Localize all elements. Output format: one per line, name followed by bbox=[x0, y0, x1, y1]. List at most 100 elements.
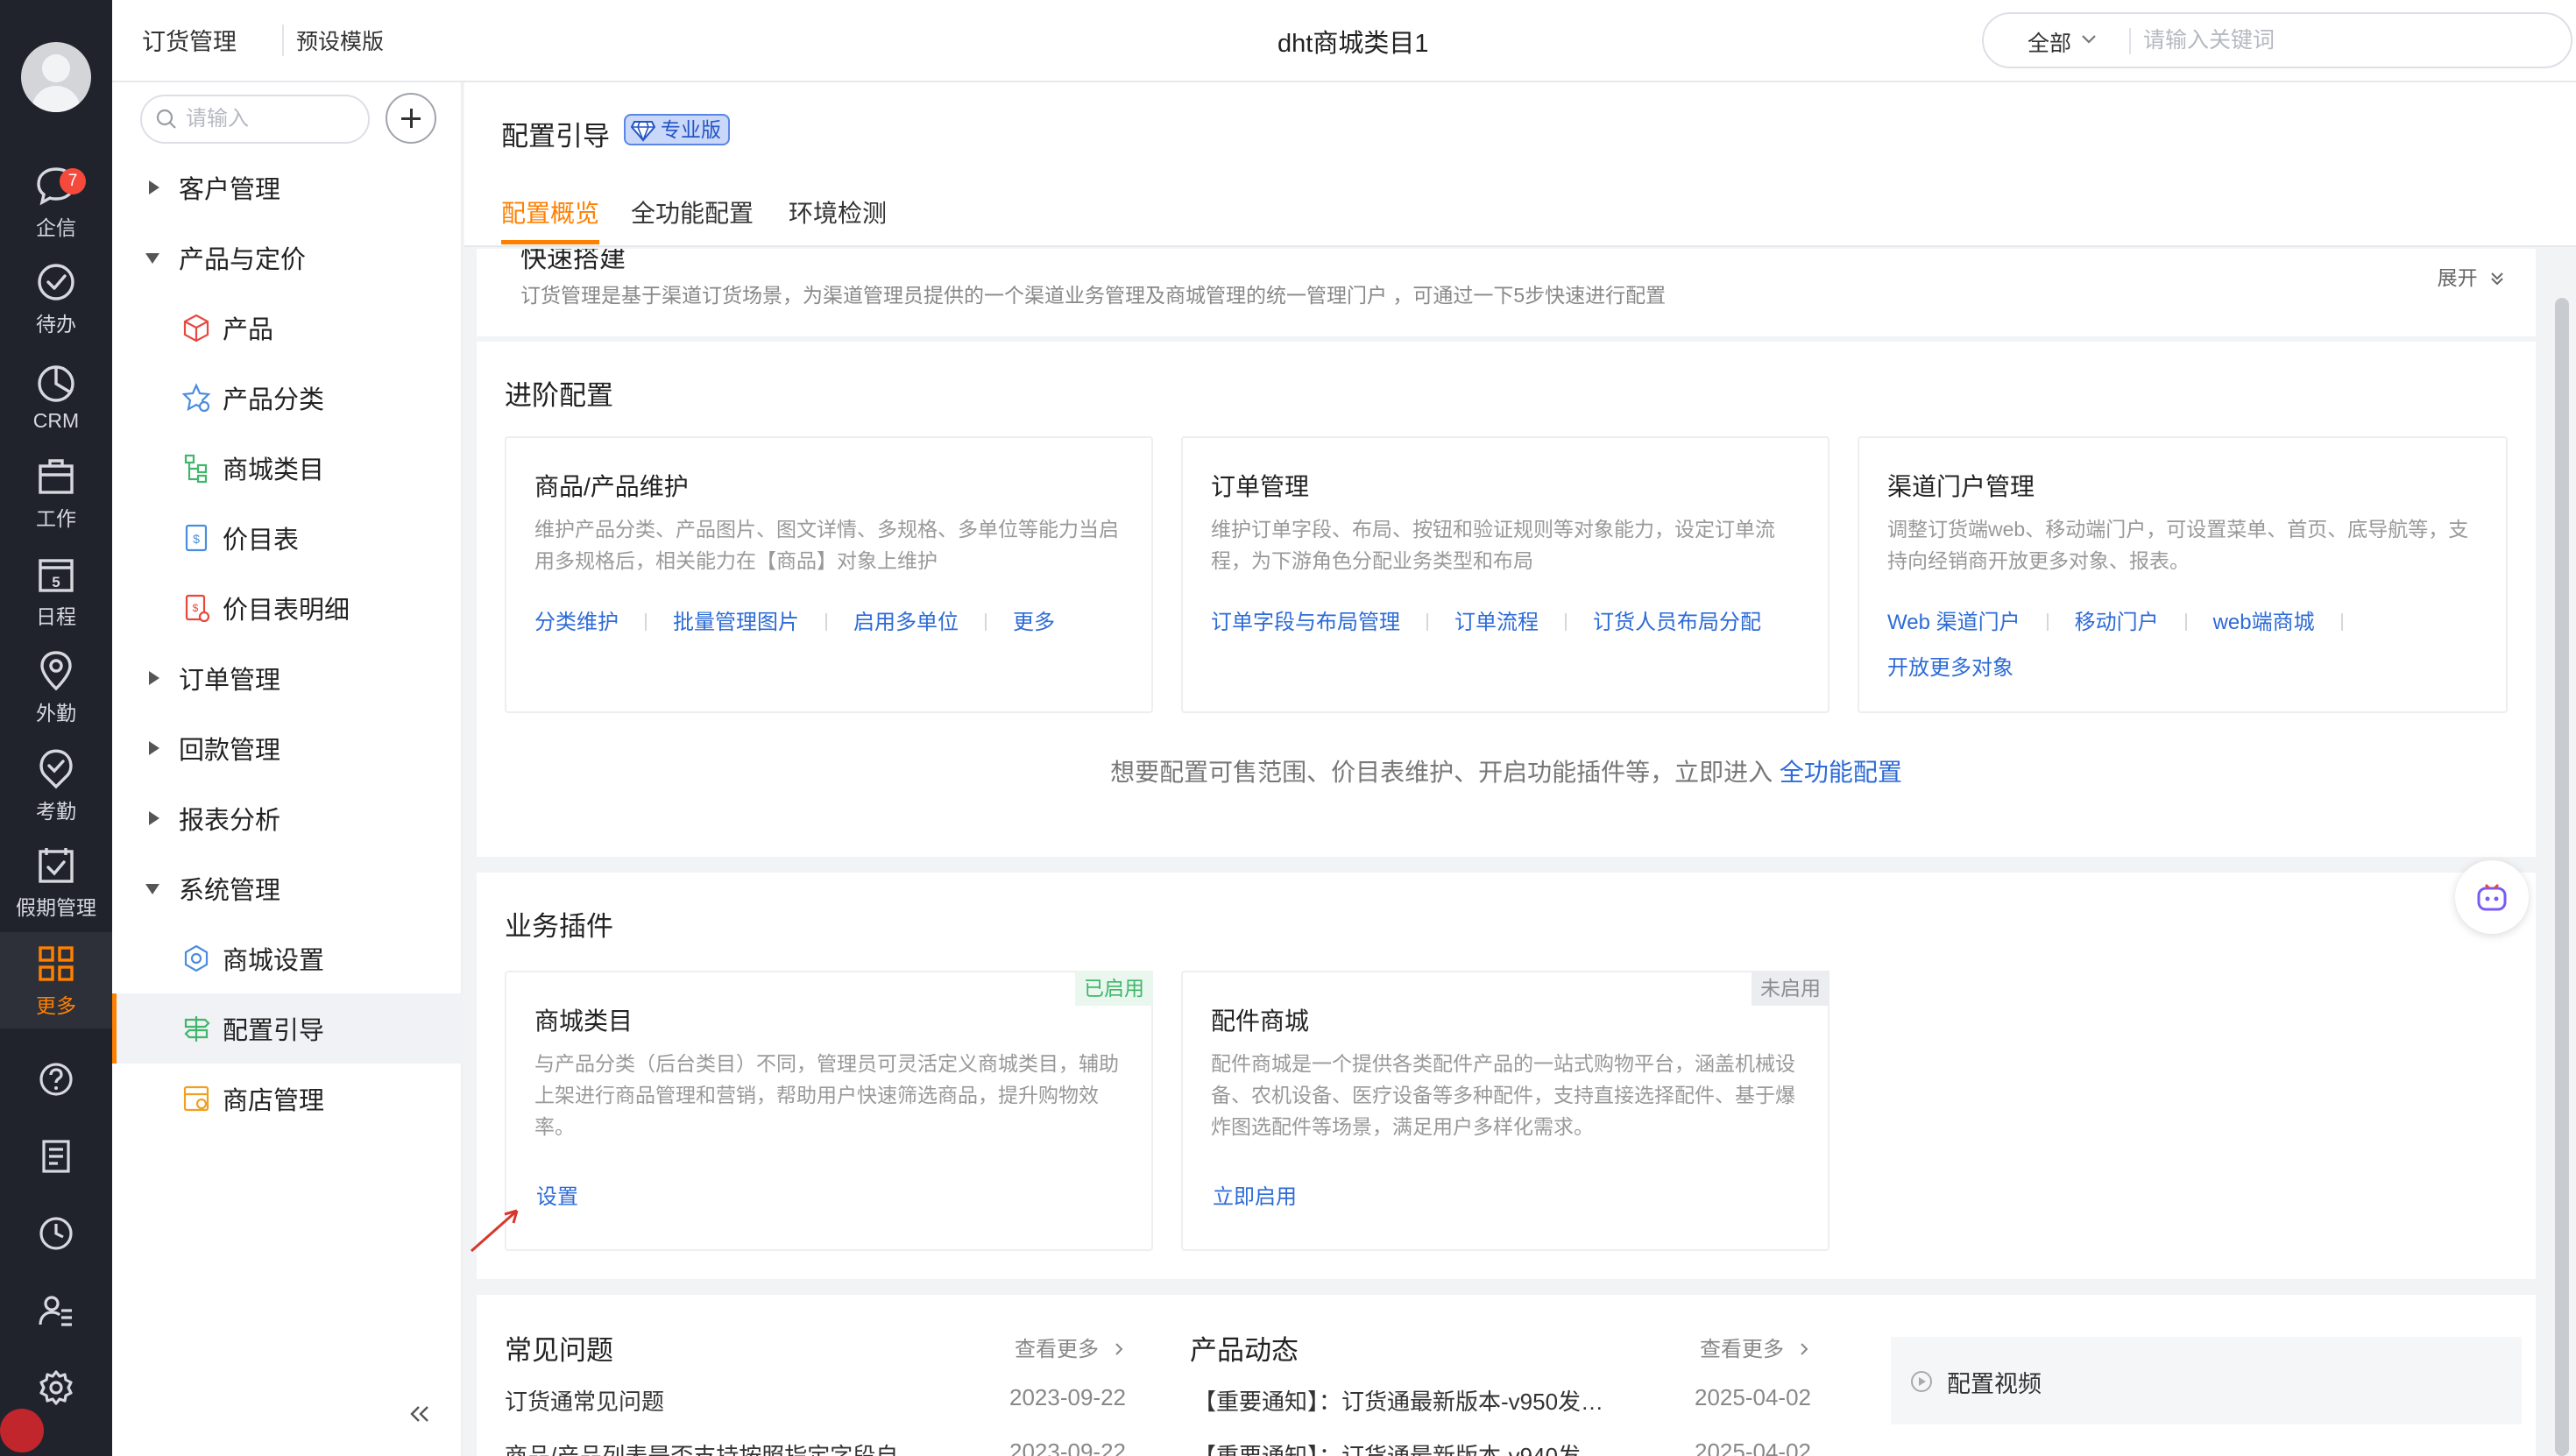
sidebar-search-input[interactable] bbox=[186, 103, 361, 135]
sidebar-item-store-management[interactable]: 商店管理 bbox=[112, 1064, 463, 1134]
module-sidebar: 客户管理 产品与定价 产品 产品分类 商城类目 $ 价目表 $ 价目表明细 订单… bbox=[112, 82, 463, 1456]
faq-date: 2023-09-22 bbox=[1009, 1438, 1126, 1456]
top-tab-divider bbox=[282, 25, 284, 56]
link-category-maintenance[interactable]: 分类维护 bbox=[534, 611, 619, 634]
store-title: dht商城类目1 bbox=[1277, 30, 1429, 58]
double-chevron-down-icon bbox=[2491, 272, 2503, 286]
expand-label: 展开 bbox=[2437, 266, 2478, 289]
sidebar-item-label: 客户管理 bbox=[179, 176, 281, 204]
sidebar-item-config-guide[interactable]: 配置引导 bbox=[112, 993, 463, 1064]
sidebar-item-products-pricing[interactable]: 产品与定价 bbox=[112, 223, 463, 293]
play-icon bbox=[1911, 1371, 1932, 1392]
link-batch-images[interactable]: 批量管理图片 bbox=[673, 611, 799, 634]
news-more-link[interactable]: 查看更多 bbox=[1700, 1332, 1811, 1362]
faq-item[interactable]: 订货通常见问题 bbox=[505, 1384, 943, 1417]
link-web-mall[interactable]: web端商城 bbox=[2213, 611, 2315, 634]
history-button[interactable] bbox=[0, 1198, 112, 1269]
plugin-card-title: 配件商城 bbox=[1211, 1007, 1310, 1035]
faq-item[interactable]: 商品/产品列表是否支持按照指定字段自 bbox=[505, 1438, 943, 1456]
tab-overview[interactable]: 配置概览 bbox=[501, 194, 599, 230]
config-card-links-row2: 开放更多对象 bbox=[1887, 650, 2013, 681]
rail-item-qixin[interactable]: 7 企信 bbox=[0, 154, 112, 251]
full-config-link[interactable]: 全功能配置 bbox=[1780, 759, 1902, 786]
expand-button[interactable]: 展开 bbox=[2438, 261, 2506, 291]
cube-icon bbox=[183, 314, 209, 343]
global-search-input[interactable] bbox=[2143, 23, 2546, 58]
plugin-enable-link[interactable]: 立即启用 bbox=[1213, 1179, 1297, 1210]
top-tab-preset-template[interactable]: 预设模版 bbox=[296, 25, 384, 56]
scrollbar-thumb[interactable] bbox=[2555, 298, 2569, 1456]
more-label: 查看更多 bbox=[1015, 1338, 1099, 1361]
sidebar-item-payments[interactable]: 回款管理 bbox=[112, 713, 463, 783]
edition-label: 专业版 bbox=[661, 118, 721, 141]
notes-button[interactable] bbox=[0, 1121, 112, 1191]
rail-item-todo[interactable]: 待办 bbox=[0, 251, 112, 347]
price-detail-icon: $ bbox=[185, 594, 210, 623]
sidebar-item-customers[interactable]: 客户管理 bbox=[112, 152, 463, 223]
link-separator bbox=[2340, 613, 2343, 631]
link-more[interactable]: 更多 bbox=[1013, 611, 1055, 634]
config-card-order: 订单管理 维护订单字段、布局、按钮和验证规则等对象能力，设定订单流程，为下游角色… bbox=[1181, 436, 1829, 713]
link-layout-assignment[interactable]: 订货人员布局分配 bbox=[1593, 611, 1761, 634]
config-card-desc: 维护订单字段、布局、按钮和验证规则等对象能力，设定订单流程，为下游角色分配业务类… bbox=[1211, 518, 1775, 572]
expand-arrow-icon bbox=[149, 180, 159, 194]
link-order-flow[interactable]: 订单流程 bbox=[1454, 611, 1539, 634]
help-section: 常见问题 查看更多 订货通常见问题 2023-09-22 商品/产品列表是否支持… bbox=[477, 1295, 2536, 1456]
settings-hex-icon bbox=[184, 944, 209, 972]
sidebar-item-label: 订单管理 bbox=[179, 667, 281, 695]
config-video-card[interactable]: 配置视频 bbox=[1891, 1337, 2522, 1424]
rail-item-more[interactable]: 更多 bbox=[0, 932, 112, 1028]
expand-arrow-icon bbox=[149, 811, 159, 825]
config-card-product: 商品/产品维护 维护产品分类、产品图片、图文详情、多规格、多单位等能力当启用多规… bbox=[505, 436, 1153, 713]
tab-environment-check[interactable]: 环境检测 bbox=[789, 194, 887, 230]
add-button[interactable] bbox=[386, 93, 436, 144]
sidebar-item-price-list-detail[interactable]: $ 价目表明细 bbox=[112, 573, 463, 643]
user-avatar[interactable] bbox=[21, 42, 91, 112]
section-title: 进阶配置 bbox=[505, 380, 613, 411]
link-order-fields-layout[interactable]: 订单字段与布局管理 bbox=[1211, 611, 1400, 634]
sidebar-item-label: 报表分析 bbox=[179, 807, 281, 835]
signpost-icon bbox=[184, 1016, 210, 1042]
check-circle-icon bbox=[38, 264, 74, 300]
full-config-cta: 想要配置可售范围、价目表维护、开启功能插件等，立即进入 全功能配置 bbox=[477, 753, 2536, 788]
rail-item-leave[interactable]: 假期管理 bbox=[0, 834, 112, 930]
help-button[interactable] bbox=[0, 1044, 112, 1114]
link-open-more-objects[interactable]: 开放更多对象 bbox=[1887, 656, 2013, 680]
rail-item-crm[interactable]: CRM bbox=[0, 349, 112, 445]
rail-item-field[interactable]: 外勤 bbox=[0, 640, 112, 736]
sidebar-item-mall-settings[interactable]: 商城设置 bbox=[112, 923, 463, 993]
contacts-button[interactable] bbox=[0, 1276, 112, 1346]
news-item[interactable]: 【重要通知】：订货通最新版本-v940发 bbox=[1193, 1438, 1631, 1456]
sidebar-item-mall-category[interactable]: 商城类目 bbox=[112, 433, 463, 503]
sidebar-item-label: 回款管理 bbox=[179, 737, 281, 765]
collapse-sidebar-icon[interactable] bbox=[401, 1396, 436, 1431]
rail-label: 假期管理 bbox=[16, 896, 96, 919]
search-scope-select[interactable]: 全部 bbox=[2028, 26, 2071, 58]
cta-text: 想要配置可售范围、价目表维护、开启功能插件等，立即进入 bbox=[1110, 759, 1773, 786]
sidebar-item-orders[interactable]: 订单管理 bbox=[112, 643, 463, 713]
rail-item-attendance[interactable]: 考勤 bbox=[0, 738, 112, 834]
calendar-icon: 5 bbox=[39, 559, 74, 592]
sidebar-item-label: 商店管理 bbox=[223, 1087, 325, 1115]
user-list-icon bbox=[39, 1296, 72, 1326]
rail-item-calendar[interactable]: 5 日程 bbox=[0, 543, 112, 640]
rail-item-work[interactable]: 工作 bbox=[0, 445, 112, 541]
clock-pie-icon bbox=[38, 364, 74, 402]
chevron-down-icon[interactable] bbox=[2078, 28, 2099, 49]
sidebar-item-price-list[interactable]: $ 价目表 bbox=[112, 503, 463, 573]
faq-more-link[interactable]: 查看更多 bbox=[1015, 1332, 1126, 1362]
link-multi-unit[interactable]: 启用多单位 bbox=[853, 611, 959, 634]
top-tab-order-management[interactable]: 订货管理 bbox=[142, 23, 237, 57]
link-mobile-portal[interactable]: 移动门户 bbox=[2075, 611, 2159, 634]
assistant-button[interactable] bbox=[2455, 860, 2529, 934]
sidebar-item-product-category[interactable]: 产品分类 bbox=[112, 363, 463, 433]
plugin-settings-link[interactable]: 设置 bbox=[536, 1179, 578, 1210]
search-icon bbox=[156, 109, 176, 129]
config-card-links: 订单字段与布局管理 订单流程 订货人员布局分配 bbox=[1211, 604, 1761, 635]
sidebar-item-reports[interactable]: 报表分析 bbox=[112, 783, 463, 853]
sidebar-item-system[interactable]: 系统管理 bbox=[112, 853, 463, 923]
news-item[interactable]: 【重要通知】：订货通最新版本-v950发… bbox=[1193, 1384, 1631, 1417]
tab-full-config[interactable]: 全功能配置 bbox=[631, 194, 754, 230]
sidebar-item-product[interactable]: 产品 bbox=[112, 293, 463, 363]
link-web-portal[interactable]: Web 渠道门户 bbox=[1887, 611, 2020, 634]
